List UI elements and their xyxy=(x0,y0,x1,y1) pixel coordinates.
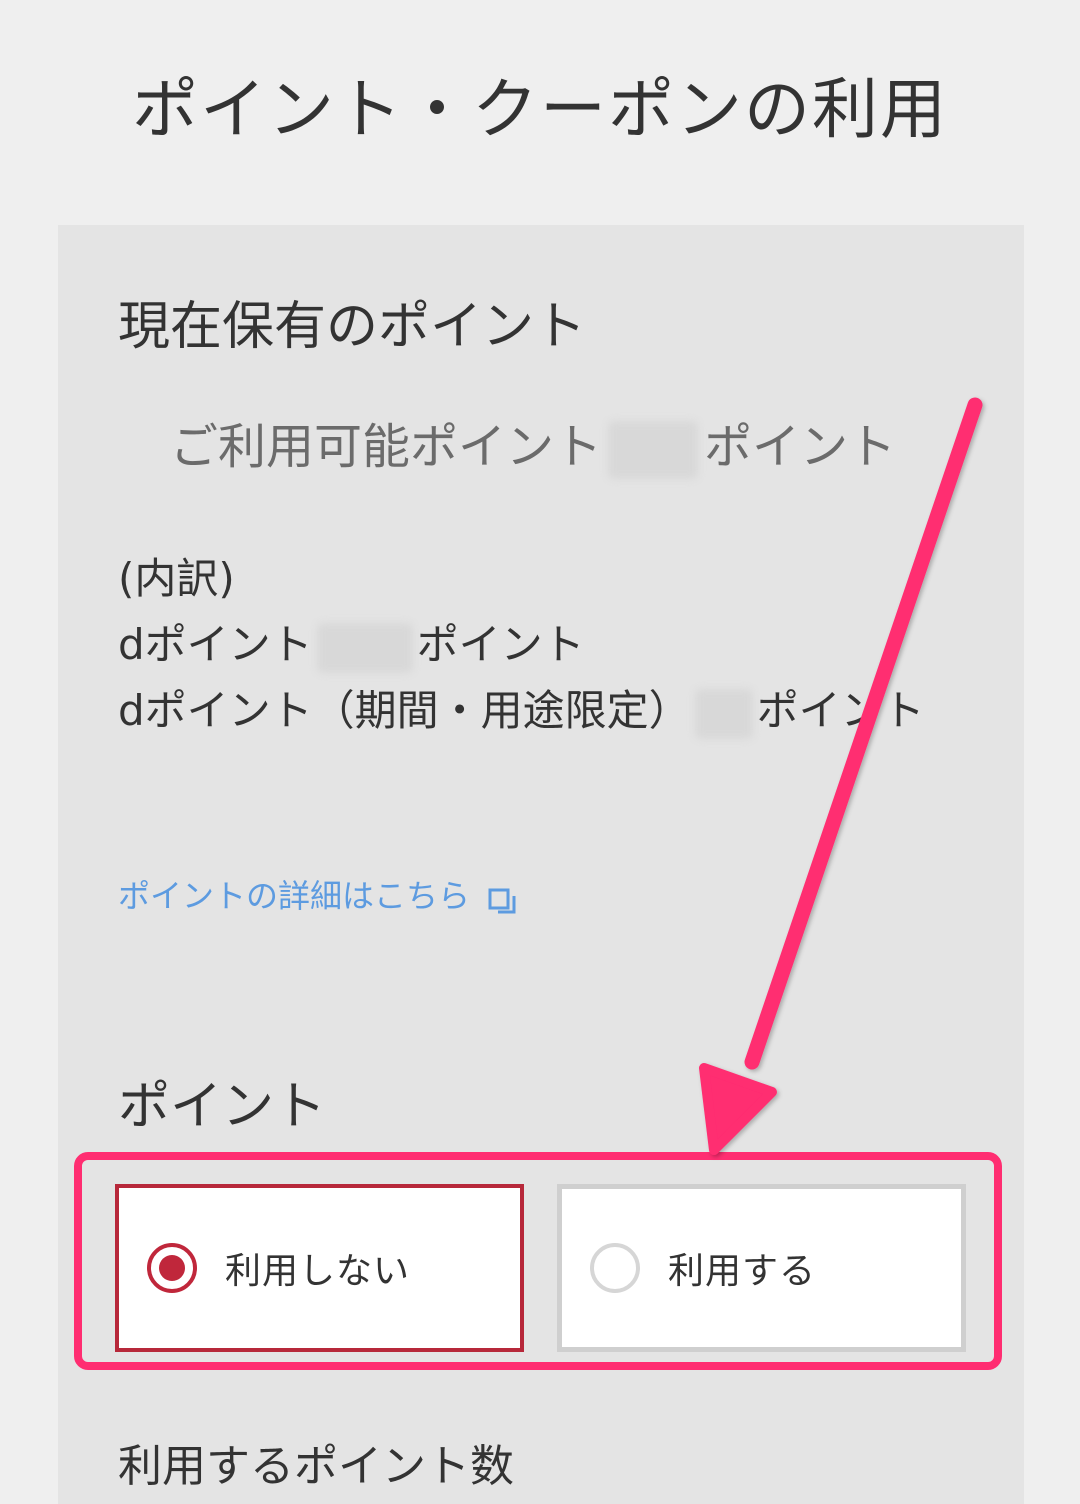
point-use-heading: ポイント xyxy=(118,1077,327,1137)
page-title: ポイント・クーポンの利用 xyxy=(132,71,948,148)
dpoint-limited-row: dポイント（期間・用途限定） ポイント xyxy=(118,678,968,744)
annotation-highlight-box xyxy=(74,1152,1002,1370)
dpoint-limited-suffix: ポイント xyxy=(756,686,925,735)
dpoint-limited-label: dポイント（期間・用途限定） xyxy=(118,686,691,735)
points-breakdown: (内訳) dポイント ポイント dポイント（期間・用途限定） ポイント xyxy=(118,546,968,744)
points-detail-link-label: ポイントの詳細はこちら xyxy=(118,877,471,915)
available-points-value xyxy=(608,421,699,479)
use-points-count-heading: 利用するポイント数 xyxy=(118,1441,514,1492)
points-detail-link[interactable]: ポイントの詳細はこちら xyxy=(118,870,518,922)
available-points-suffix: ポイント xyxy=(704,419,897,475)
dpoint-row: dポイント ポイント xyxy=(118,612,968,678)
held-points-heading: 現在保有のポイント xyxy=(118,297,587,357)
external-link-icon xyxy=(488,881,518,914)
breakdown-label: (内訳) xyxy=(118,554,235,603)
available-points-label: ご利用可能ポイント xyxy=(170,419,603,475)
dpoint-label: dポイント xyxy=(118,620,313,669)
available-points-row: ご利用可能ポイント ポイント xyxy=(170,412,896,482)
dpoint-limited-value xyxy=(694,688,753,739)
dpoint-suffix: ポイント xyxy=(416,620,585,669)
dpoint-value xyxy=(316,622,413,673)
